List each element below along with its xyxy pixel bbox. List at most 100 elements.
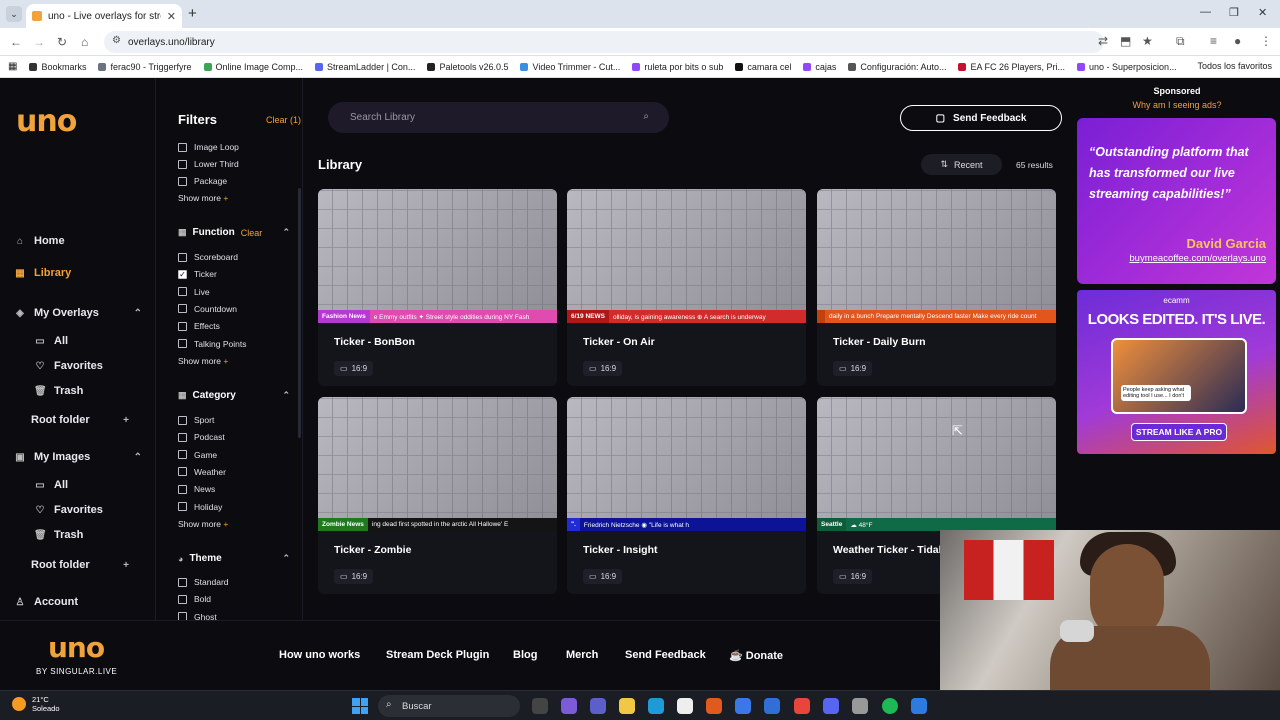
minimize-icon[interactable]: — (1200, 6, 1211, 18)
checkbox[interactable] (178, 467, 187, 477)
nav-my-overlays[interactable]: ◈ My Overlays ⌃ (14, 307, 142, 319)
filter-type-lower-third[interactable]: Lower Third (178, 159, 239, 169)
filter-option[interactable]: Scoreboard (178, 252, 238, 262)
overlay-card[interactable]: ". Friedrich Nietzsche ◉ "Life is what h T… (567, 397, 806, 594)
menu-kebab-icon[interactable]: ⋮ (1260, 34, 1272, 48)
app-icon[interactable] (706, 698, 722, 714)
reload-icon[interactable]: ↻ (57, 35, 67, 49)
bookmark-item[interactable]: Configuración: Auto... (848, 62, 946, 72)
checkbox[interactable] (178, 594, 187, 604)
footer-how-uno-works[interactable]: How uno works (279, 649, 360, 661)
nav-root-folder-overlays[interactable]: Root folder + (31, 414, 129, 426)
checkbox[interactable] (178, 432, 187, 442)
install-icon[interactable]: ⬒ (1120, 34, 1131, 48)
nav-overlays-trash[interactable]: 🗑 Trash (34, 385, 162, 397)
checkbox[interactable] (178, 321, 187, 331)
filter-option[interactable]: ✓ Ticker (178, 269, 217, 279)
nav-library[interactable]: ▦ Library (14, 267, 142, 279)
app-icon[interactable] (911, 698, 927, 714)
chevron-up-icon[interactable]: ⌃ (134, 452, 142, 463)
show-more-function[interactable]: Show more + (178, 356, 228, 366)
bookmark-item[interactable]: StreamLadder | Con... (315, 62, 415, 72)
tab-search-icon[interactable]: ⌄ (6, 6, 22, 22)
home-icon[interactable]: ⌂ (81, 35, 88, 49)
chevron-up-icon[interactable]: ⌃ (282, 227, 290, 238)
checkbox[interactable] (178, 415, 187, 425)
chevron-up-icon[interactable]: ⌃ (282, 390, 290, 401)
edge-icon[interactable] (648, 698, 664, 714)
add-folder-icon[interactable]: + (123, 560, 129, 571)
file-explorer-icon[interactable] (619, 698, 635, 714)
footer-blog[interactable]: Blog (513, 649, 537, 661)
sort-dropdown[interactable]: ⇅ Recent (921, 154, 1002, 175)
windows-start-icon[interactable] (352, 698, 368, 714)
nav-account[interactable]: ♙ Account (14, 596, 142, 608)
filter-section-theme[interactable]: ◕ Theme ⌃ (178, 553, 290, 564)
show-more-category[interactable]: Show more + (178, 519, 228, 529)
chevron-up-icon[interactable]: ⌃ (282, 553, 290, 564)
checkbox[interactable] (178, 450, 187, 460)
settings-icon[interactable] (852, 698, 868, 714)
app-icon[interactable] (764, 698, 780, 714)
nav-root-folder-images[interactable]: Root folder + (31, 559, 129, 571)
bookmark-item[interactable]: Online Image Comp... (203, 62, 303, 72)
weather-widget[interactable]: 21°C Soleado (12, 695, 60, 713)
overlay-thumbnail[interactable]: Seattle ☁ 48°F (817, 397, 1056, 531)
bookmark-item[interactable]: camara cel (735, 62, 791, 72)
ad-cta-button[interactable]: STREAM LIKE A PRO (1131, 423, 1227, 441)
why-ads-link[interactable]: Why am I seeing ads? (1074, 100, 1280, 110)
spotify-icon[interactable] (882, 698, 898, 714)
search-input[interactable]: Search Library ⌕ (328, 102, 669, 133)
overlay-thumbnail[interactable]: ". Friedrich Nietzsche ◉ "Life is what h (567, 397, 806, 531)
testimonial-ad[interactable]: “Outstanding platform that has transform… (1077, 118, 1276, 284)
profile-avatar-icon[interactable]: ● (1234, 34, 1241, 48)
maximize-icon[interactable]: ❐ (1229, 6, 1239, 19)
store-icon[interactable] (677, 698, 693, 714)
send-feedback-button[interactable]: ▢ Send Feedback (900, 105, 1062, 131)
bookmark-item[interactable]: Bookmarks (29, 62, 86, 72)
footer-donate[interactable]: ☕ Donate (729, 649, 783, 662)
copilot-icon[interactable] (561, 698, 577, 714)
overlay-thumbnail[interactable]: Zombie News ing dead first spotted in the… (318, 397, 557, 531)
bookmark-star-icon[interactable]: ★ (1142, 34, 1153, 48)
overlay-card[interactable]: daily in a bunch Prepare mentally Descen… (817, 189, 1056, 386)
media-icon[interactable]: ≡ (1210, 34, 1217, 48)
overlay-card[interactable]: 6/19 NEWS olliday, is gaining awareness ⊕… (567, 189, 806, 386)
browser-tab[interactable]: uno - Live overlays for streamin ✕ (26, 4, 182, 28)
chevron-up-icon[interactable]: ⌃ (134, 308, 142, 319)
checkbox[interactable] (178, 287, 187, 297)
filters-scrollbar[interactable] (298, 188, 301, 438)
task-view-icon[interactable] (532, 698, 548, 714)
all-bookmarks[interactable]: Todos los favoritos (1197, 61, 1272, 71)
checkbox[interactable] (178, 502, 187, 511)
overlay-thumbnail[interactable]: daily in a bunch Prepare mentally Descen… (817, 189, 1056, 323)
bookmark-item[interactable]: Paletools v26.0.5 (427, 62, 508, 72)
checkbox[interactable] (178, 142, 187, 152)
overlay-card[interactable]: Zombie News ing dead first spotted in the… (318, 397, 557, 594)
filter-option[interactable]: Holiday (178, 502, 222, 512)
nav-my-images[interactable]: ▣ My Images ⌃ (14, 451, 142, 463)
checkbox[interactable] (178, 612, 187, 620)
overlay-thumbnail[interactable]: Fashion News e Emmy outfits ✦ Street styl… (318, 189, 557, 323)
checkbox[interactable] (178, 339, 187, 348)
clear-filters-button[interactable]: Clear (1) (266, 115, 301, 125)
filter-section-function[interactable]: ▦ Function Clear ⌃ (178, 227, 290, 238)
close-tab-icon[interactable]: ✕ (167, 10, 176, 23)
bookmark-item[interactable]: uno - Superposicion... (1077, 62, 1177, 72)
forward-icon[interactable]: → (33, 35, 45, 49)
nav-overlays-all[interactable]: ▭ All (34, 335, 162, 347)
function-clear-button[interactable]: Clear (241, 228, 263, 238)
checkbox[interactable] (178, 484, 187, 494)
add-folder-icon[interactable]: + (123, 415, 129, 426)
checkbox[interactable]: ✓ (178, 269, 187, 279)
mail-icon[interactable] (735, 698, 751, 714)
checkbox[interactable] (178, 159, 187, 169)
filter-option[interactable]: Podcast (178, 432, 225, 442)
filter-option[interactable]: Game (178, 450, 217, 460)
taskbar-search[interactable]: ⌕ Buscar (378, 695, 520, 717)
footer-logo[interactable]: uno (48, 631, 105, 664)
filter-type-image-loop[interactable]: Image Loop (178, 142, 239, 152)
filter-option[interactable]: Sport (178, 415, 214, 425)
bookmark-item[interactable]: ruleta por bits o sub (632, 62, 723, 72)
apps-grid-icon[interactable]: ▦ (8, 61, 17, 72)
